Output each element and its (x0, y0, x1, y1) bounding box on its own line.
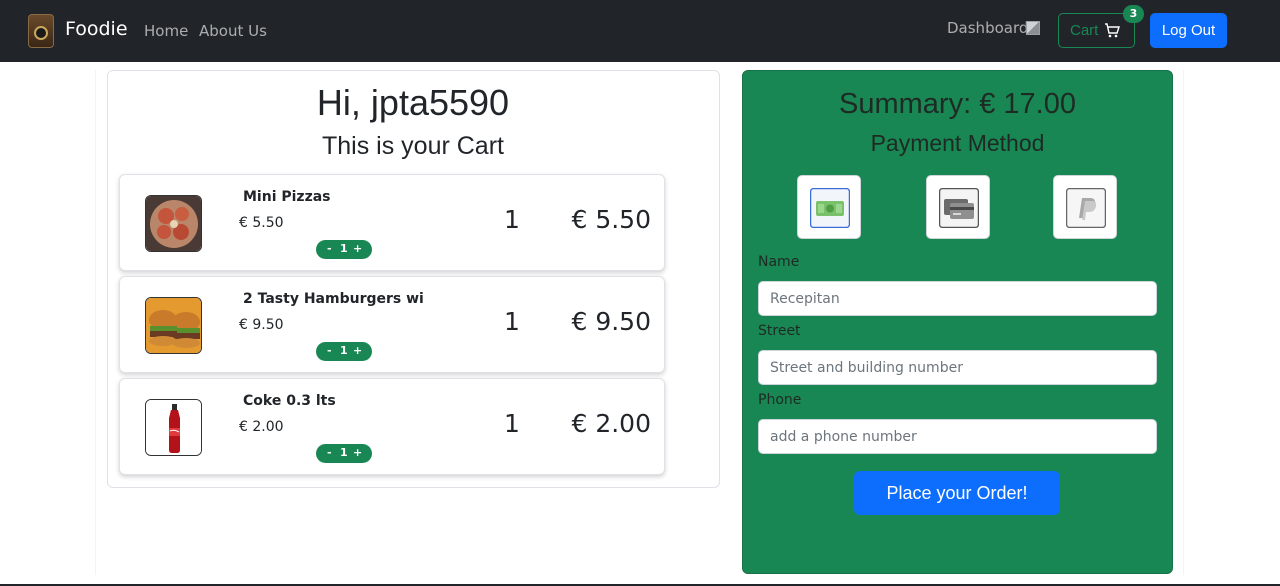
dashboard-icon[interactable] (1026, 21, 1040, 35)
burger-image (145, 297, 202, 354)
stepper-value: 1 (340, 344, 348, 357)
item-total: € 2.00 (571, 409, 651, 438)
stepper-value: 1 (340, 242, 348, 255)
quantity-stepper: - 1 + (316, 444, 372, 463)
decrease-button[interactable]: - (327, 242, 332, 255)
nav-dashboard-link[interactable]: Dashboard (947, 19, 1028, 37)
payment-option-card[interactable] (926, 175, 990, 239)
item-price: € 9.50 (239, 317, 284, 333)
coke-bottle-image (145, 399, 202, 456)
cash-icon (810, 188, 850, 228)
shopping-cart-icon (1105, 23, 1120, 38)
payment-option-paypal[interactable] (1053, 175, 1117, 239)
nav-about-link[interactable]: About Us (199, 22, 267, 40)
payment-method-title: Payment Method (870, 130, 1045, 156)
cart-item: 2 Tasty Hamburgers wi € 9.50 - 1 + 1 € 9… (119, 276, 665, 373)
paypal-icon (1066, 188, 1106, 228)
item-name: 2 Tasty Hamburgers wi (243, 291, 424, 307)
street-label: Street (758, 323, 801, 339)
logout-button[interactable]: Log Out (1150, 13, 1227, 48)
cart-item: Coke 0.3 lts € 2.00 - 1 + 1 € 2.00 (119, 378, 665, 475)
increase-button[interactable]: + (353, 242, 362, 255)
cart-title: This is your Cart (322, 132, 504, 160)
cart-count-badge: 3 (1123, 5, 1144, 23)
container-edge-right (1183, 70, 1184, 575)
credit-card-icon (939, 188, 979, 228)
nav-home-link[interactable]: Home (144, 22, 188, 40)
decrease-button[interactable]: - (327, 344, 332, 357)
name-label: Name (758, 254, 800, 270)
user-greeting: Hi, jpta5590 (316, 82, 510, 123)
item-name: Coke 0.3 lts (243, 393, 336, 409)
pizza-image (145, 195, 202, 252)
navbar: Foodie Home About Us Dashboard Cart 3 Lo… (0, 0, 1280, 62)
brand-name[interactable]: Foodie (65, 18, 128, 40)
phone-label: Phone (758, 392, 802, 408)
item-name: Mini Pizzas (243, 189, 331, 205)
payment-option-cash[interactable] (797, 175, 861, 239)
summary-total: Summary: € 17.00 (839, 88, 1076, 120)
item-price: € 2.00 (239, 419, 284, 435)
item-quantity: 1 (504, 307, 520, 336)
stepper-value: 1 (340, 446, 348, 459)
name-input[interactable] (758, 281, 1157, 316)
increase-button[interactable]: + (353, 344, 362, 357)
item-total: € 5.50 (571, 205, 651, 234)
phone-input[interactable] (758, 419, 1157, 454)
brand-logo-icon[interactable] (28, 14, 54, 48)
quantity-stepper: - 1 + (316, 240, 372, 259)
item-quantity: 1 (504, 409, 520, 438)
item-total: € 9.50 (571, 307, 651, 336)
place-order-button[interactable]: Place your Order! (854, 471, 1060, 515)
item-price: € 5.50 (239, 215, 284, 231)
decrease-button[interactable]: - (327, 446, 332, 459)
increase-button[interactable]: + (353, 446, 362, 459)
cart-item: Mini Pizzas € 5.50 - 1 + 1 € 5.50 (119, 174, 665, 271)
quantity-stepper: - 1 + (316, 342, 372, 361)
cart-button-label: Cart (1070, 22, 1099, 39)
street-input[interactable] (758, 350, 1157, 385)
item-quantity: 1 (504, 205, 520, 234)
